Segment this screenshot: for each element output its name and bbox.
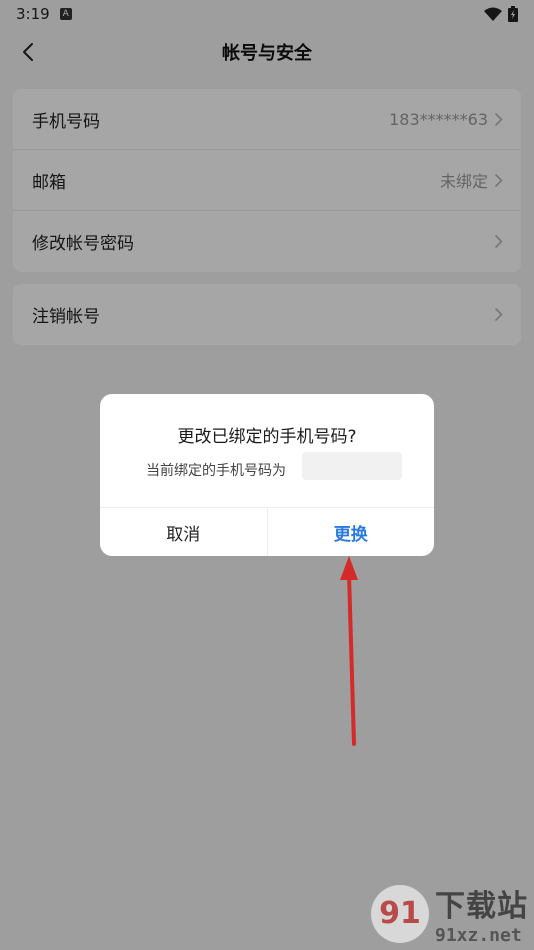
dialog-message: 当前绑定的手机号码为 bbox=[146, 463, 286, 479]
watermark-domain: 91xz.net bbox=[435, 925, 522, 946]
confirm-change-button[interactable]: 更换 bbox=[268, 508, 435, 556]
annotation-arrow-icon bbox=[340, 556, 358, 746]
watermark-cn-text: 下载站 bbox=[435, 889, 528, 924]
watermark-text: 下载站 91xz.net bbox=[435, 881, 528, 946]
redacted-phone-number bbox=[302, 452, 402, 480]
change-phone-dialog: 更改已绑定的手机号码? 当前绑定的手机号码为 取消 更换 bbox=[100, 394, 434, 556]
site-watermark: 91 下载站 91xz.net bbox=[371, 881, 528, 946]
dialog-title: 更改已绑定的手机号码? bbox=[177, 427, 357, 447]
watermark-logo-icon: 91 bbox=[371, 884, 429, 943]
cancel-button[interactable]: 取消 bbox=[100, 508, 268, 556]
dialog-actions: 取消 更换 bbox=[100, 507, 434, 556]
